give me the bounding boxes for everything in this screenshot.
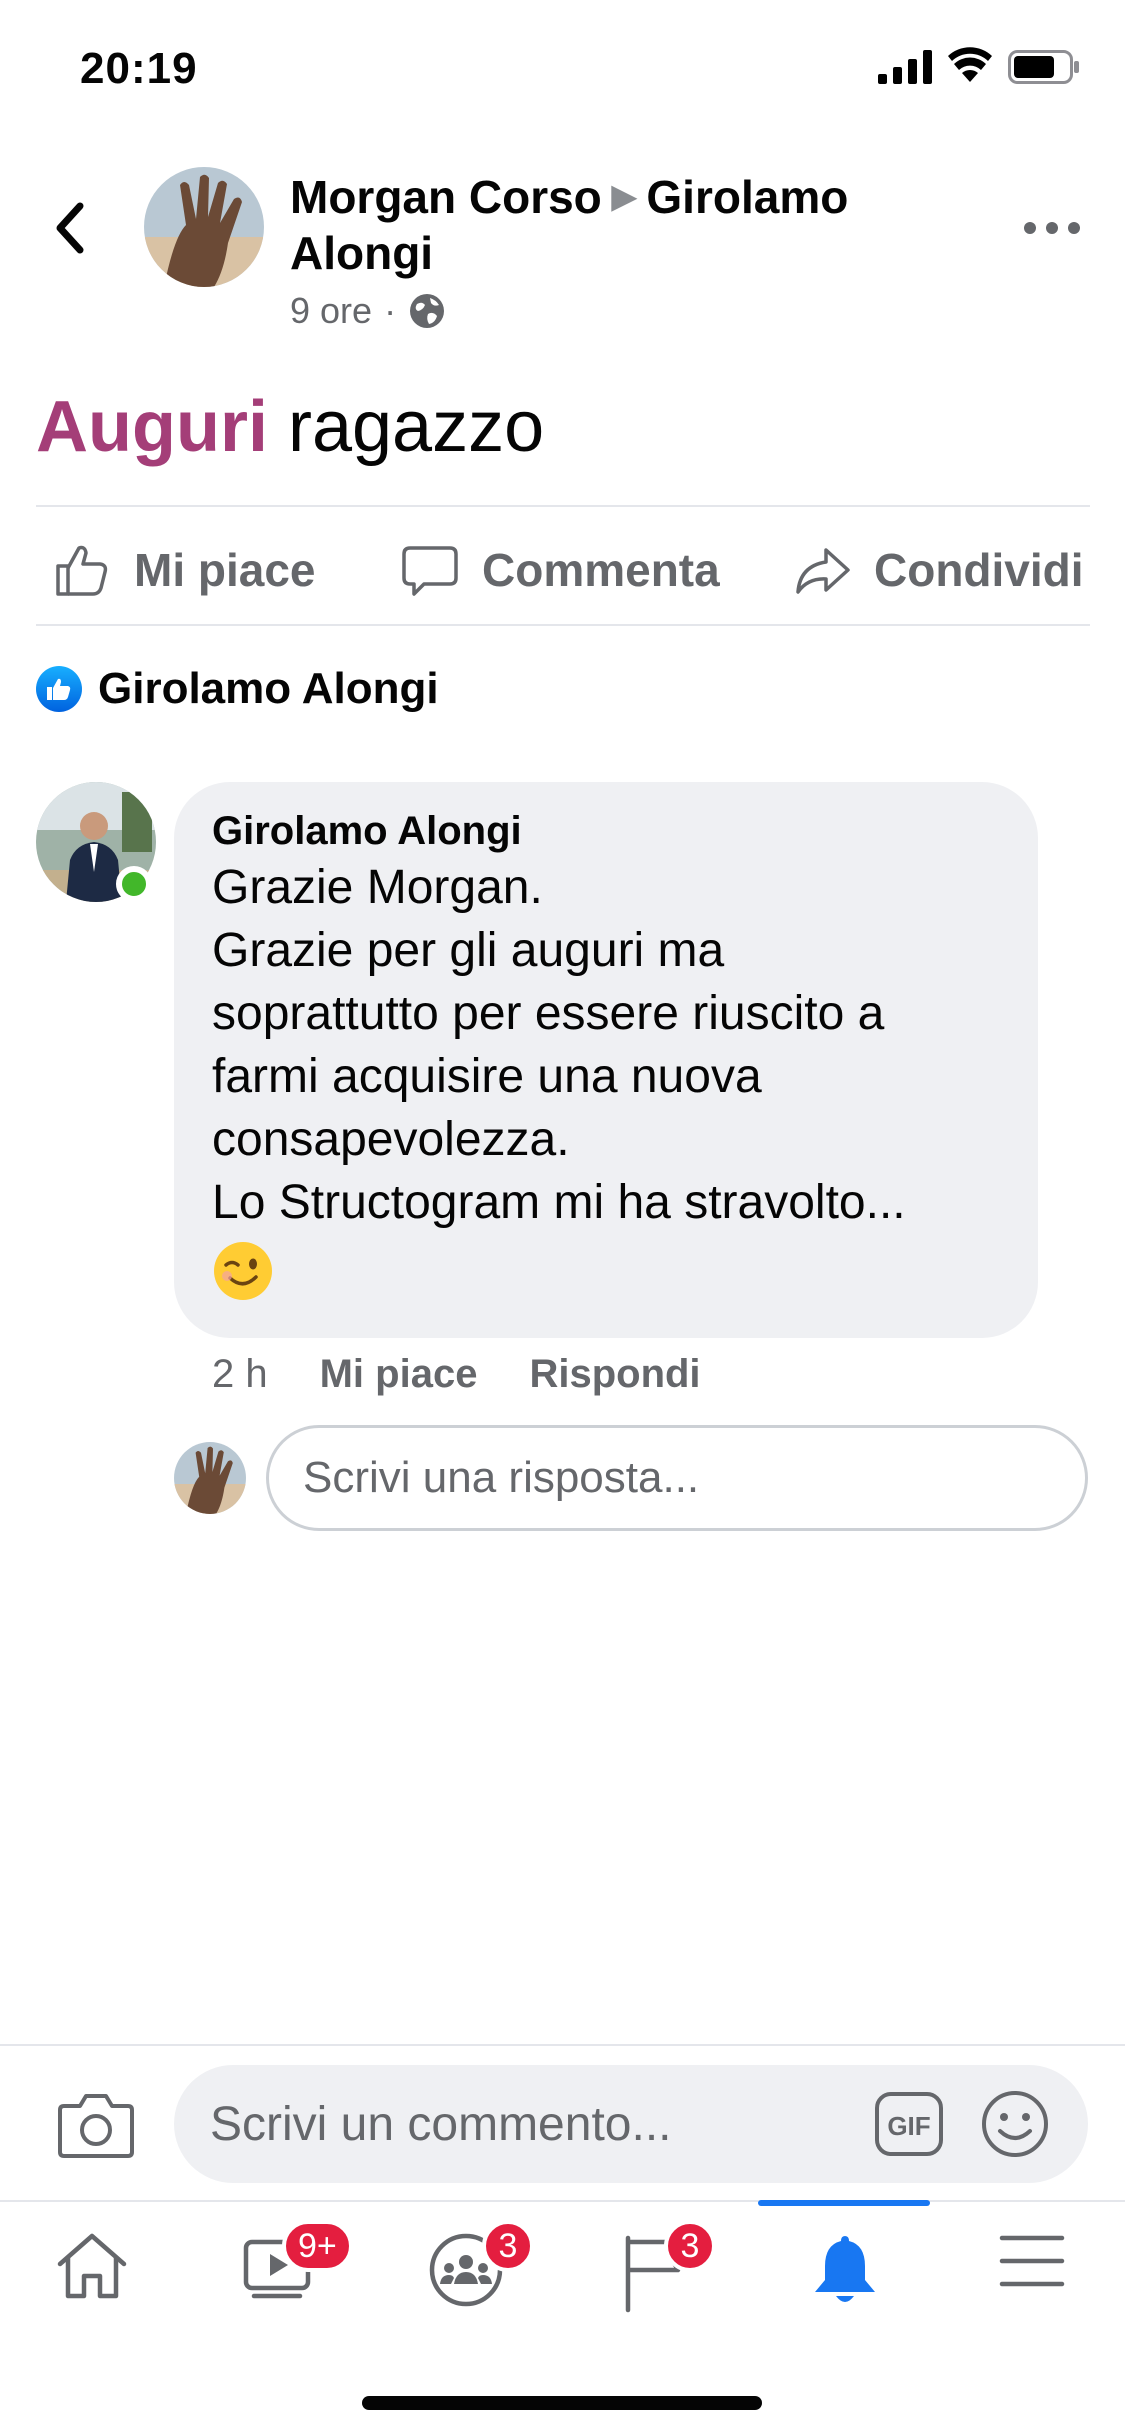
reactions-summary[interactable]: Girolamo Alongi bbox=[36, 664, 439, 714]
comment-button[interactable]: Commenta bbox=[400, 530, 720, 610]
hand-photo-icon bbox=[144, 167, 264, 287]
reply-avatar bbox=[174, 1442, 246, 1514]
more-horizontal-icon bbox=[1024, 222, 1080, 234]
meta-separator: · bbox=[384, 290, 397, 331]
tab-watch[interactable]: 9+ bbox=[220, 2220, 353, 2330]
comment-text-line: Grazie Morgan. bbox=[212, 861, 543, 914]
emoji-button[interactable] bbox=[980, 2089, 1050, 2159]
post-text: Auguri ragazzo bbox=[36, 382, 544, 472]
smiley-icon bbox=[982, 2091, 1048, 2157]
post-text-highlight[interactable]: Auguri bbox=[36, 387, 268, 467]
groups-badge: 3 bbox=[482, 2220, 534, 2272]
author-name[interactable]: Morgan Corso bbox=[290, 171, 602, 223]
comment-actions: 2 h Mi piace Rispondi bbox=[212, 1346, 753, 1402]
winking-face-icon bbox=[214, 1242, 272, 1300]
bell-icon bbox=[815, 2236, 875, 2302]
post-text-rest: ragazzo bbox=[267, 387, 545, 467]
hamburger-menu-icon bbox=[999, 2235, 1065, 2287]
like-button[interactable]: Mi piace bbox=[52, 530, 316, 610]
divider bbox=[0, 2200, 1125, 2202]
camera-icon bbox=[58, 2094, 134, 2158]
comment-author[interactable]: Girolamo Alongi bbox=[212, 806, 1000, 856]
comment-bubble-icon bbox=[402, 546, 458, 596]
tab-groups[interactable]: 3 bbox=[406, 2220, 534, 2330]
online-status-dot bbox=[116, 866, 152, 902]
comment-text-line: farmi acquisire una nuova bbox=[212, 1050, 762, 1103]
author-avatar[interactable] bbox=[144, 167, 264, 287]
comment-text-line: Lo Structogram mi ha stravolto... bbox=[212, 1176, 906, 1229]
comment-composer: GIF bbox=[174, 2065, 1088, 2183]
gif-icon: GIF bbox=[875, 2092, 943, 2156]
comment-reply-button[interactable]: Rispondi bbox=[529, 1346, 700, 1402]
status-time: 20:19 bbox=[80, 44, 198, 93]
like-reaction-icon bbox=[36, 666, 82, 712]
hand-photo-icon bbox=[174, 1442, 246, 1514]
tab-home[interactable] bbox=[32, 2220, 152, 2330]
comment-input[interactable] bbox=[210, 2065, 850, 2183]
tab-menu[interactable] bbox=[972, 2220, 1092, 2330]
share-label: Condividi bbox=[874, 544, 1084, 596]
comment-like-button[interactable]: Mi piace bbox=[320, 1346, 478, 1402]
globe-icon bbox=[410, 294, 445, 328]
tab-pages[interactable]: 3 bbox=[596, 2220, 716, 2330]
comment-text-line: Grazie per gli auguri ma bbox=[212, 924, 725, 977]
gif-button[interactable]: GIF bbox=[874, 2091, 944, 2157]
comment-label: Commenta bbox=[482, 544, 720, 596]
share-button[interactable]: Condividi bbox=[792, 530, 1084, 610]
active-tab-indicator bbox=[758, 2200, 930, 2206]
chevron-left-icon bbox=[56, 202, 84, 254]
comment-text-line: soprattutto per essere riuscito a bbox=[212, 987, 885, 1040]
post-time[interactable]: 9 ore bbox=[290, 290, 372, 332]
more-options-button[interactable] bbox=[1022, 208, 1082, 248]
gif-label: GIF bbox=[887, 2111, 930, 2141]
home-indicator[interactable] bbox=[362, 2396, 762, 2410]
like-label: Mi piace bbox=[134, 544, 316, 596]
status-bar: 20:19 bbox=[0, 0, 1125, 140]
comment-text-line: consapevolezza. bbox=[212, 1113, 570, 1166]
thumbs-up-icon bbox=[56, 545, 108, 596]
divider bbox=[36, 624, 1090, 626]
comment-bubble: Girolamo Alongi Grazie Morgan. Grazie pe… bbox=[174, 782, 1038, 1338]
camera-button[interactable] bbox=[56, 2090, 136, 2160]
watch-badge: 9+ bbox=[282, 2220, 353, 2272]
cellular-signal-icon bbox=[878, 50, 932, 84]
post-meta: 9 ore · bbox=[290, 290, 446, 332]
share-arrow-icon bbox=[796, 548, 850, 594]
reactions-names: Girolamo Alongi bbox=[98, 664, 439, 713]
home-icon bbox=[57, 2233, 127, 2299]
divider bbox=[36, 505, 1090, 507]
pages-badge: 3 bbox=[664, 2220, 716, 2272]
back-button[interactable] bbox=[46, 196, 94, 260]
arrow-right-icon: ▶ bbox=[611, 178, 637, 214]
divider bbox=[0, 2044, 1125, 2046]
wifi-icon bbox=[948, 47, 992, 82]
post-author-line: Morgan Corso ▶ Girolamo Alongi bbox=[290, 168, 990, 281]
comment-time: 2 h bbox=[212, 1352, 268, 1396]
reply-input[interactable] bbox=[266, 1425, 1088, 1531]
tab-notifications[interactable] bbox=[785, 2220, 905, 2330]
battery-icon bbox=[1008, 50, 1079, 84]
